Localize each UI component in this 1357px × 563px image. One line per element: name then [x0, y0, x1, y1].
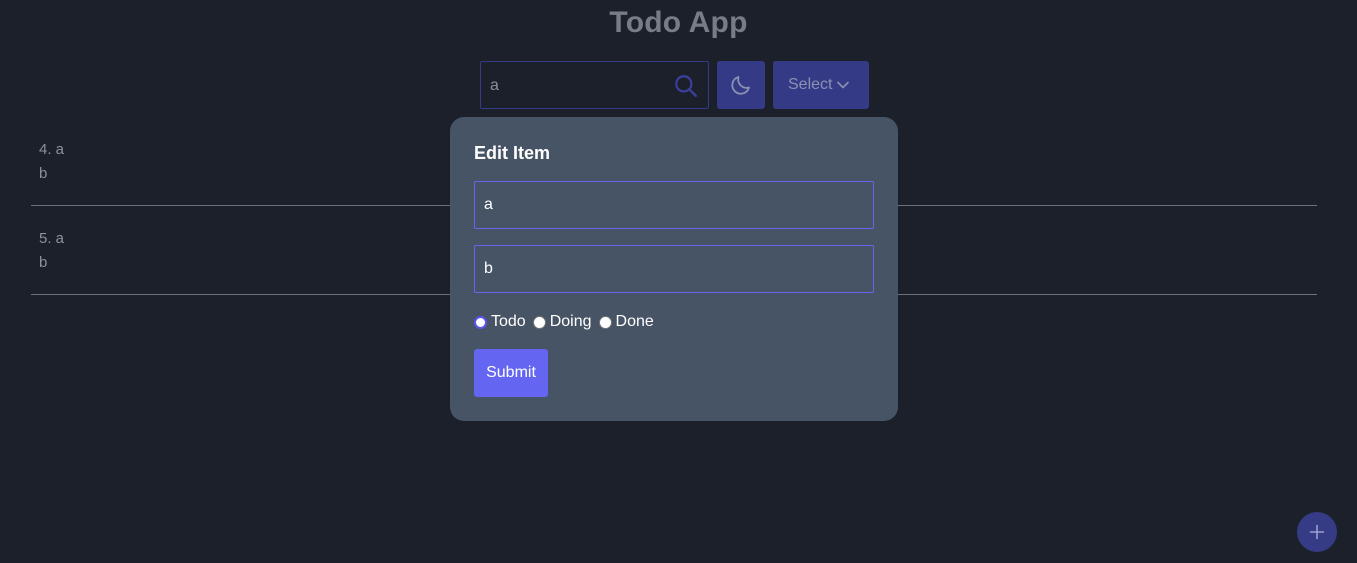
- select-label: Select: [788, 76, 833, 93]
- select-dropdown[interactable]: Select: [773, 61, 869, 109]
- status-label-doing[interactable]: Doing: [550, 313, 592, 331]
- edit-item-modal: Edit Item Todo Doing Done Submit: [450, 117, 898, 421]
- list-item-heading: 5. a: [39, 230, 65, 247]
- description-field[interactable]: [474, 245, 874, 293]
- status-radio-done[interactable]: [598, 315, 612, 329]
- status-label-done[interactable]: Done: [616, 313, 654, 331]
- page-title: Todo App: [609, 6, 748, 39]
- status-label-todo[interactable]: Todo: [491, 313, 526, 331]
- search-icon[interactable]: [673, 73, 699, 99]
- status-radio-todo[interactable]: [474, 315, 487, 329]
- moon-icon: [731, 76, 750, 95]
- submit-button[interactable]: Submit: [474, 349, 548, 397]
- title-field[interactable]: [474, 181, 874, 229]
- search-input[interactable]: a: [480, 61, 709, 109]
- status-radio-group: Todo Doing Done: [474, 311, 661, 333]
- todo-app: Todo App a Select 4. a b 5. a b Edit Ite…: [0, 0, 1357, 563]
- list-item-heading: 4. a: [39, 141, 65, 158]
- list-item-description: b: [39, 254, 48, 271]
- add-item-button[interactable]: [1297, 512, 1337, 552]
- modal-title: Edit Item: [474, 143, 551, 163]
- theme-toggle-button[interactable]: [717, 61, 765, 109]
- search-value[interactable]: a: [490, 77, 499, 95]
- list-item-description: b: [39, 165, 48, 182]
- chevron-down-icon: [837, 81, 849, 89]
- status-radio-doing[interactable]: [532, 315, 546, 329]
- plus-icon: [1309, 524, 1325, 540]
